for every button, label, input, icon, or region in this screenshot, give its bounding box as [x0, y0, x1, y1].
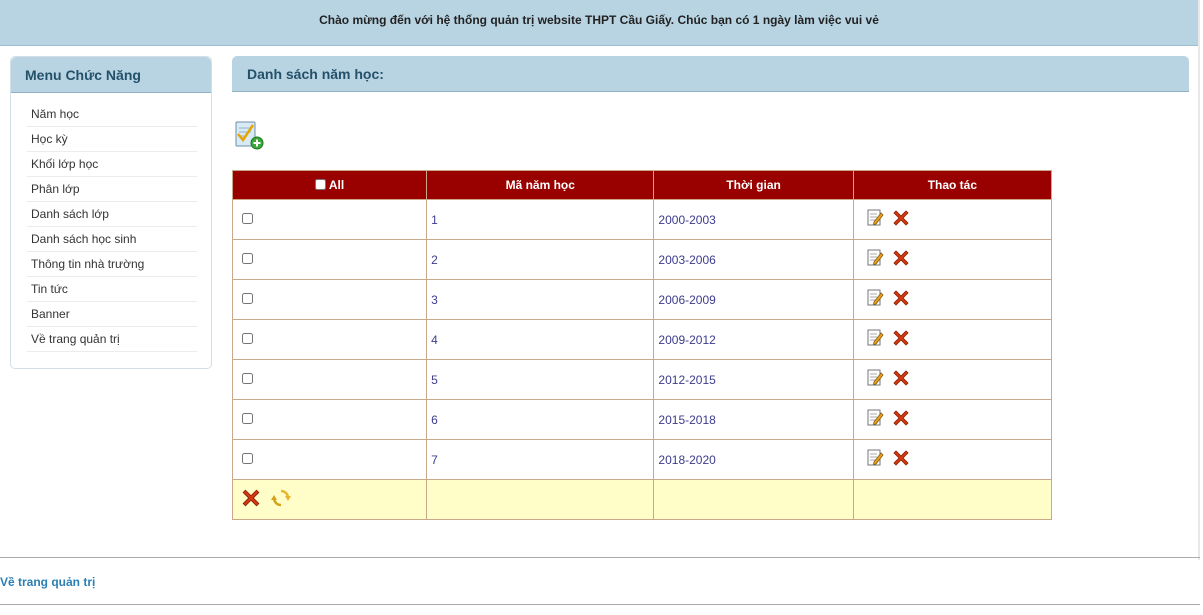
code-cell: 4 [426, 319, 655, 360]
select-all-label: All [328, 178, 345, 192]
code-cell: 1 [426, 199, 655, 240]
delete-selected-icon[interactable] [241, 488, 261, 511]
code-cell: 6 [426, 399, 655, 440]
menu-item-banner[interactable]: Banner [27, 302, 197, 327]
row-checkbox[interactable] [242, 252, 253, 264]
right-border [1198, 0, 1200, 560]
actions-cell [852, 239, 1053, 280]
menu-item-nam-hoc[interactable]: Năm học [27, 102, 197, 127]
delete-icon[interactable] [892, 369, 910, 390]
delete-icon[interactable] [892, 249, 910, 270]
menu-item-thong-tin-nha-truong[interactable]: Thông tin nhà trường [27, 252, 197, 277]
menu-item-tin-tuc[interactable]: Tin tức [27, 277, 197, 302]
edit-icon[interactable] [866, 289, 884, 310]
time-cell: 2012-2015 [653, 359, 854, 400]
column-header-all: All [231, 170, 428, 200]
row-checkbox[interactable] [242, 292, 253, 304]
actions-cell [852, 199, 1053, 240]
menu-item-danh-sach-hoc-sinh[interactable]: Danh sách học sinh [27, 227, 197, 252]
row-select-cell [231, 359, 428, 400]
footer-divider [0, 557, 1200, 558]
table-row: 3 2006-2009 [231, 279, 1053, 320]
footer-empty-cell [426, 479, 655, 520]
column-header-actions: Thao tác [852, 170, 1053, 200]
row-select-cell [231, 199, 428, 240]
footer-divider [0, 604, 1200, 605]
code-cell: 5 [426, 359, 655, 400]
time-cell: 2018-2020 [653, 439, 854, 480]
table-row: 2 2003-2006 [231, 239, 1053, 280]
table-row: 5 2012-2015 [231, 359, 1053, 400]
footer-empty-cell [852, 479, 1053, 520]
table-row: 6 2015-2018 [231, 399, 1053, 440]
actions-cell [852, 399, 1053, 440]
menu-list: Năm học Học kỳ Khối lớp học Phân lớp Dan… [11, 93, 211, 352]
footer-empty-cell [653, 479, 854, 520]
row-select-cell [231, 439, 428, 480]
time-cell: 2000-2003 [653, 199, 854, 240]
table-row: 1 2000-2003 [231, 199, 1053, 240]
back-to-admin-link[interactable]: Về trang quản trị [0, 575, 95, 589]
actions-cell [852, 279, 1053, 320]
actions-cell [852, 439, 1053, 480]
row-checkbox[interactable] [242, 332, 253, 344]
menu-item-khoi-lop-hoc[interactable]: Khối lớp học [27, 152, 197, 177]
row-checkbox[interactable] [242, 452, 253, 464]
delete-icon[interactable] [892, 289, 910, 310]
welcome-text: Chào mừng đến với hệ thống quản trị webs… [319, 13, 879, 27]
table-footer-row [231, 479, 1053, 520]
delete-icon[interactable] [892, 449, 910, 470]
table-row: 7 2018-2020 [231, 439, 1053, 480]
column-header-code: Mã năm học [426, 170, 655, 200]
add-document-icon[interactable] [233, 120, 265, 152]
row-select-cell [231, 279, 428, 320]
delete-icon[interactable] [892, 329, 910, 350]
menu-item-ve-trang-quan-tri[interactable]: Về trang quản trị [27, 327, 197, 352]
school-year-table: All Mã năm học Thời gian Thao tác 1 2000… [231, 170, 1053, 520]
delete-icon[interactable] [892, 409, 910, 430]
code-cell: 2 [426, 239, 655, 280]
delete-icon[interactable] [892, 209, 910, 230]
sidebar-title: Menu Chức Năng [11, 57, 211, 93]
welcome-banner: Chào mừng đến với hệ thống quản trị webs… [0, 0, 1198, 46]
refresh-icon[interactable] [271, 488, 291, 511]
edit-icon[interactable] [866, 329, 884, 350]
table-row: 4 2009-2012 [231, 319, 1053, 360]
time-cell: 2006-2009 [653, 279, 854, 320]
edit-icon[interactable] [866, 209, 884, 230]
row-select-cell [231, 239, 428, 280]
row-select-cell [231, 319, 428, 360]
time-cell: 2009-2012 [653, 319, 854, 360]
row-checkbox[interactable] [242, 372, 253, 384]
table-header-row: All Mã năm học Thời gian Thao tác [231, 170, 1053, 200]
row-select-cell [231, 399, 428, 440]
time-cell: 2015-2018 [653, 399, 854, 440]
edit-icon[interactable] [866, 409, 884, 430]
actions-cell [852, 359, 1053, 400]
code-cell: 3 [426, 279, 655, 320]
table-body: 1 2000-2003 2 2003-2006 3 2006-2009 4 20… [231, 199, 1053, 520]
sidebar-menu: Menu Chức Năng Năm học Học kỳ Khối lớp h… [10, 56, 212, 369]
code-cell: 7 [426, 439, 655, 480]
page-title: Danh sách năm học: [232, 56, 1189, 92]
menu-item-phan-lop[interactable]: Phân lớp [27, 177, 197, 202]
row-checkbox[interactable] [242, 412, 253, 424]
column-header-time: Thời gian [653, 170, 854, 200]
edit-icon[interactable] [866, 449, 884, 470]
menu-item-hoc-ky[interactable]: Học kỳ [27, 127, 197, 152]
menu-item-danh-sach-lop[interactable]: Danh sách lớp [27, 202, 197, 227]
edit-icon[interactable] [866, 249, 884, 270]
row-checkbox[interactable] [242, 212, 253, 224]
time-cell: 2003-2006 [653, 239, 854, 280]
actions-cell [852, 319, 1053, 360]
bulk-actions-cell [231, 479, 428, 520]
edit-icon[interactable] [866, 369, 884, 390]
select-all-checkbox[interactable] [314, 179, 326, 190]
